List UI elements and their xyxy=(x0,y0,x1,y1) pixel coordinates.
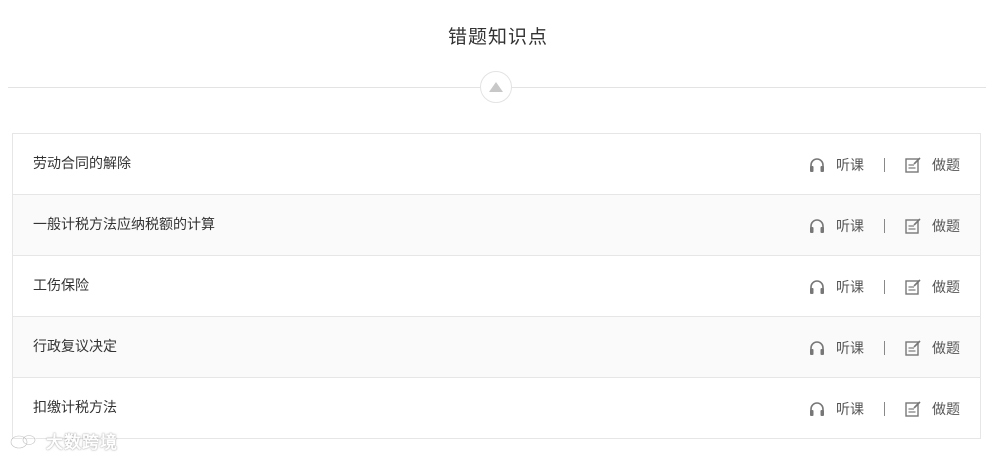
item-actions: 听课 做题 xyxy=(808,317,960,378)
headphones-icon xyxy=(810,218,824,233)
item-title: 工伤保险 xyxy=(33,278,89,294)
watermark-logo-icon xyxy=(10,434,36,449)
list-item: 一般计税方法应纳税额的计算 听课 做题 xyxy=(13,195,980,256)
headphones-icon xyxy=(810,279,824,294)
practice-button[interactable]: 做题 xyxy=(904,155,960,175)
edit-note-icon xyxy=(905,400,921,417)
practice-button[interactable]: 做题 xyxy=(904,216,960,236)
item-title: 行政复议决定 xyxy=(33,339,117,355)
edit-note-icon xyxy=(905,278,921,295)
listen-label: 听课 xyxy=(836,279,864,296)
practice-label: 做题 xyxy=(932,157,960,174)
page-title: 错题知识点 xyxy=(447,26,548,48)
item-title: 劳动合同的解除 xyxy=(33,156,131,172)
practice-label: 做题 xyxy=(932,279,960,296)
listen-button[interactable]: 听课 xyxy=(808,216,864,236)
listen-label: 听课 xyxy=(836,157,864,174)
edit-note-icon xyxy=(905,217,921,234)
practice-label: 做题 xyxy=(932,218,960,235)
item-title: 一般计税方法应纳税额的计算 xyxy=(33,217,215,233)
header: 错题知识点 xyxy=(0,0,996,110)
practice-button[interactable]: 做题 xyxy=(904,277,960,297)
practice-label: 做题 xyxy=(932,401,960,418)
edit-note-icon xyxy=(905,339,921,356)
item-actions: 听课 做题 xyxy=(808,378,960,439)
action-separator xyxy=(884,157,885,172)
list-item: 工伤保险 听课 做题 xyxy=(13,256,980,317)
watermark-text: 大数跨境 xyxy=(46,433,118,453)
list-item: 行政复议决定 听课 做题 xyxy=(13,317,980,378)
practice-button[interactable]: 做题 xyxy=(904,338,960,358)
listen-label: 听课 xyxy=(836,340,864,357)
headphones-icon xyxy=(810,157,824,172)
action-separator xyxy=(884,401,885,416)
listen-button[interactable]: 听课 xyxy=(808,399,864,419)
action-separator xyxy=(884,279,885,294)
item-actions: 听课 做题 xyxy=(808,256,960,317)
listen-button[interactable]: 听课 xyxy=(808,338,864,358)
practice-label: 做题 xyxy=(932,340,960,357)
listen-label: 听课 xyxy=(836,218,864,235)
item-actions: 听课 做题 xyxy=(808,134,960,195)
edit-note-icon xyxy=(905,156,921,173)
action-separator xyxy=(884,218,885,233)
listen-button[interactable]: 听课 xyxy=(808,277,864,297)
headphones-icon xyxy=(810,340,824,355)
list-item: 扣缴计税方法 听课 做题 xyxy=(13,378,980,438)
item-actions: 听课 做题 xyxy=(808,195,960,256)
practice-button[interactable]: 做题 xyxy=(904,399,960,419)
collapse-button[interactable] xyxy=(480,71,512,103)
watermark: 大数跨境 xyxy=(8,428,118,453)
action-separator xyxy=(884,340,885,355)
headphones-icon xyxy=(810,401,824,416)
list-item: 劳动合同的解除 听课 做题 xyxy=(13,134,980,195)
listen-button[interactable]: 听课 xyxy=(808,155,864,175)
listen-label: 听课 xyxy=(836,401,864,418)
knowledge-point-list: 劳动合同的解除 听课 做题 一般计税方法应纳税额的计算 听课 做题 工伤保险 听… xyxy=(12,133,981,439)
triangle-up-icon xyxy=(489,82,503,92)
